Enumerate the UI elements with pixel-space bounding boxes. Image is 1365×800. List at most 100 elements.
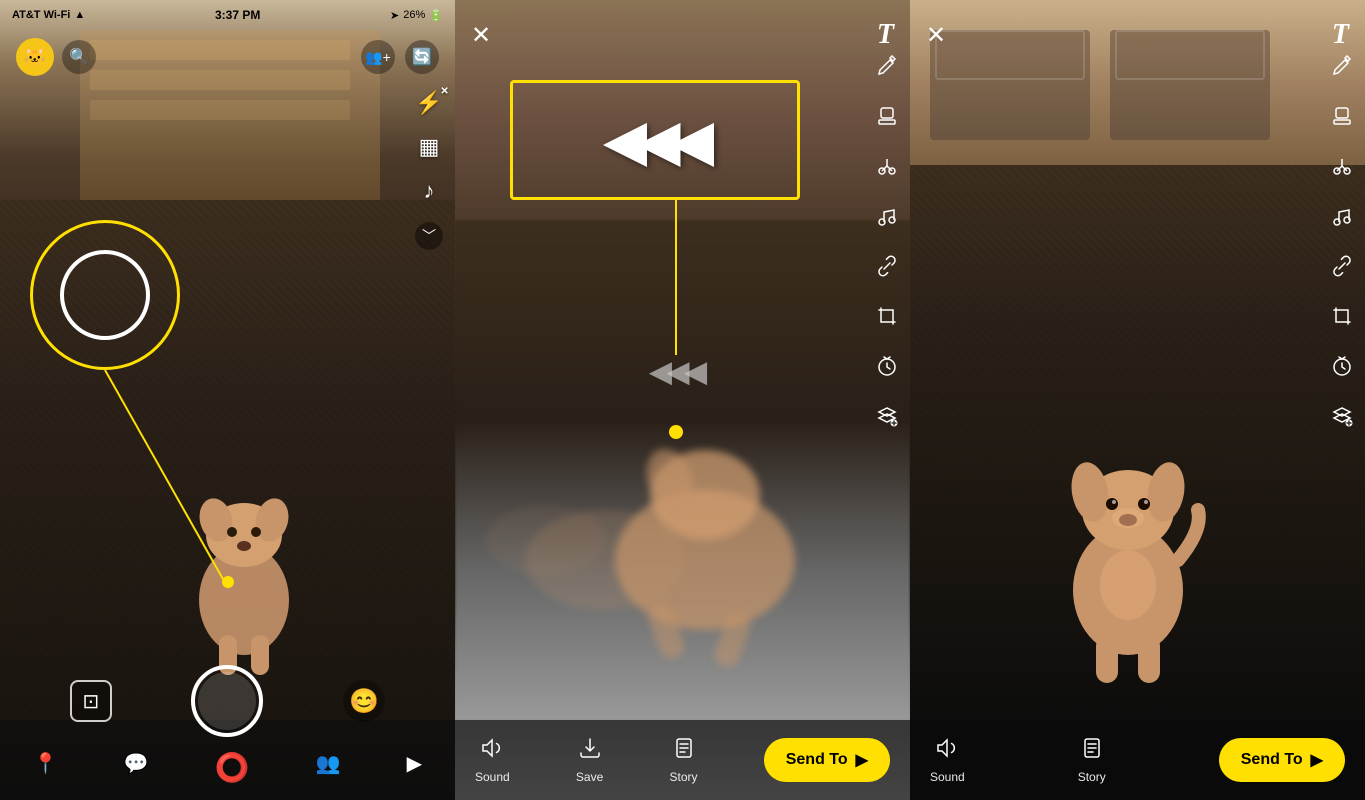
stamp-tool-button[interactable] (876, 105, 898, 133)
text-tool-button[interactable]: T (877, 19, 894, 51)
save-button[interactable]: Save (576, 736, 603, 784)
friends-icon: 👥 (316, 751, 341, 776)
rewind-arrows-small: ◀◀◀ (650, 355, 703, 388)
text-tool-button-snap[interactable]: T (1332, 19, 1349, 51)
sound-label-edit: Sound (475, 770, 510, 784)
flash-icon: ⚡ (415, 90, 442, 115)
sticker-button[interactable]: 😊 (343, 680, 385, 722)
connector-dot-bottom (669, 425, 683, 439)
battery-icon: 🔋 (429, 9, 443, 22)
stair-step-3 (90, 100, 350, 120)
camera-top-bar: 🐱 🔍 👥+ 🔄 (0, 30, 455, 84)
sound-button-edit[interactable]: Sound (475, 736, 510, 784)
status-right: ➤ 26% 🔋 (390, 9, 443, 22)
connector-line (675, 200, 677, 355)
story-button-edit[interactable]: Story (670, 736, 698, 784)
send-to-label-snap: Send To (1241, 751, 1303, 769)
edit-right-toolbar (876, 55, 898, 433)
link-tool-button-snap[interactable] (1331, 255, 1353, 283)
scissors-tool-button[interactable] (876, 155, 898, 183)
scissors-tool-button-snap[interactable] (1331, 155, 1353, 183)
pencil-tool-button[interactable] (876, 55, 898, 83)
status-time: 3:37 PM (215, 8, 260, 22)
music-button[interactable]: ♪ (424, 178, 435, 204)
timer-tool-button[interactable] (876, 355, 898, 383)
layers-tool-button-snap[interactable] (1331, 405, 1353, 433)
user-avatar[interactable]: 🐱 (16, 38, 54, 76)
wifi-icon: ▲ (74, 9, 85, 21)
tab-location[interactable]: 📍 (33, 751, 58, 784)
pencil-tool-button-snap[interactable] (1331, 55, 1353, 83)
camera-right-sidebar: ⚡ ✕ ▦ ♪ ﹀ (415, 90, 443, 250)
story-button-snap[interactable]: Story (1078, 736, 1106, 784)
search-icon: 🔍 (69, 47, 89, 67)
dog-snap (1028, 410, 1228, 690)
snap-top-bar: ✕ T (910, 0, 1365, 60)
snap-panel: ✕ T So (910, 0, 1365, 800)
flash-off-badge: ✕ (440, 86, 448, 97)
camera-tab-bar: 📍 💬 ⭕ 👥 ▶ (0, 745, 455, 790)
gallery-icon: ⊡ (82, 689, 99, 714)
sound-button-snap[interactable]: Sound (930, 736, 965, 784)
stamp-tool-button-snap[interactable] (1331, 105, 1353, 133)
search-button[interactable]: 🔍 (62, 40, 96, 74)
edit-bottom-bar: Sound Save Story Send To ▶ (455, 720, 910, 800)
music-icon: ♪ (424, 178, 435, 203)
status-bar: AT&T Wi-Fi ▲ 3:37 PM ➤ 26% 🔋 (0, 0, 455, 30)
flash-button[interactable]: ⚡ ✕ (415, 90, 442, 116)
dog-camera (164, 460, 324, 680)
chevron-down-icon: ﹀ (422, 226, 436, 246)
tab-play[interactable]: ▶ (407, 751, 422, 784)
rewind-arrows-large: ◀◀◀ (605, 109, 706, 172)
location-icon: 📍 (33, 751, 58, 776)
dog-edit-blur (485, 340, 865, 680)
tab-friends[interactable]: 👥 (316, 751, 341, 784)
focus-circle-inner (60, 250, 150, 340)
layers-tool-button[interactable] (876, 405, 898, 433)
camera-bottom-bar: ⊡ 😊 📍 💬 ⭕ 👥 (0, 690, 455, 800)
send-to-button-snap[interactable]: Send To ▶ (1219, 738, 1345, 782)
carrier-text: AT&T Wi-Fi (12, 9, 70, 21)
sound-icon-snap (935, 736, 959, 766)
gallery-button[interactable]: ⊡ (70, 680, 112, 722)
crop-tool-button-snap[interactable] (1331, 305, 1353, 333)
edit-panel: ◀◀◀ ◀◀◀ ✕ T (455, 0, 910, 800)
save-label: Save (576, 770, 603, 784)
crop-tool-button[interactable] (876, 305, 898, 333)
timer-tool-button-snap[interactable] (1331, 355, 1353, 383)
music-tool-button-snap[interactable] (1331, 205, 1353, 233)
tab-chat[interactable]: 💬 (124, 751, 149, 784)
send-to-button-edit[interactable]: Send To ▶ (764, 738, 890, 782)
camera-icon: ⭕ (215, 751, 250, 784)
send-to-label-edit: Send To (786, 751, 848, 769)
rewind-effect-box: ◀◀◀ (510, 80, 800, 200)
edit-top-bar: ✕ T (455, 0, 910, 60)
music-tool-button[interactable] (876, 205, 898, 233)
story-label-snap: Story (1078, 770, 1106, 784)
send-to-arrow-edit: ▶ (856, 750, 868, 770)
camera-controls: ⊡ 😊 (0, 665, 455, 737)
flip-camera-icon: 🔄 (412, 47, 432, 67)
flip-camera-button[interactable]: 🔄 (405, 40, 439, 74)
add-friend-icon: 👥+ (365, 49, 391, 66)
tab-camera[interactable]: ⭕ (215, 751, 250, 784)
video-filter-icon: ▦ (419, 134, 440, 159)
camera-panel: AT&T Wi-Fi ▲ 3:37 PM ➤ 26% 🔋 🐱 🔍 👥+ 🔄 (0, 0, 455, 800)
focus-circle-outer (30, 220, 180, 370)
camera-top-right-actions: 👥+ 🔄 (361, 40, 439, 74)
chat-icon: 💬 (124, 751, 149, 776)
link-tool-button[interactable] (876, 255, 898, 283)
shutter-button[interactable] (191, 665, 263, 737)
close-button[interactable]: ✕ (471, 21, 491, 50)
add-friend-button[interactable]: 👥+ (361, 40, 395, 74)
play-icon: ▶ (407, 751, 422, 776)
location-arrow-icon: ➤ (390, 9, 399, 22)
snap-bottom-bar: Sound Story Send To ▶ (910, 720, 1365, 800)
connector-dot (222, 576, 234, 588)
story-label-edit: Story (670, 770, 698, 784)
story-icon-snap (1080, 736, 1104, 766)
close-button-snap[interactable]: ✕ (926, 21, 946, 50)
snap-right-toolbar (1331, 55, 1353, 433)
video-filter-button[interactable]: ▦ (419, 134, 440, 160)
expand-button[interactable]: ﹀ (415, 222, 443, 250)
